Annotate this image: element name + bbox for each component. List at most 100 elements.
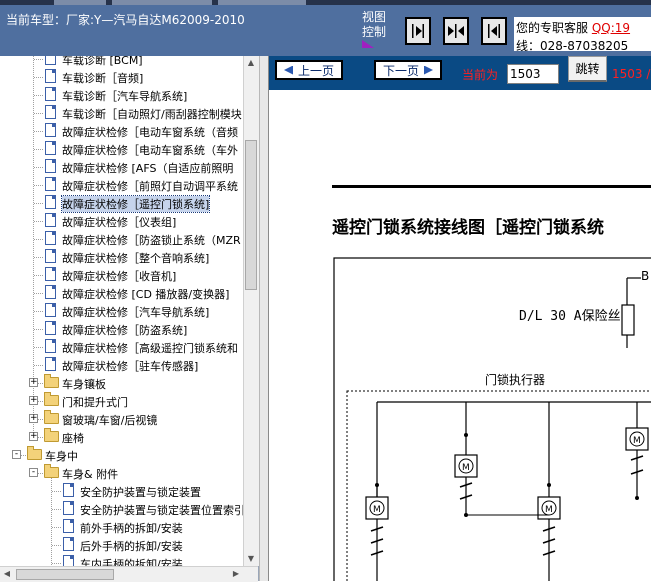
tree-folder-item[interactable]: + 窗玻璃/车窗/后视镜 — [0, 410, 258, 428]
tree-doc-item[interactable]: 车载诊断 [BCM] — [0, 56, 258, 68]
tree-guide-line — [34, 275, 43, 276]
navigation-tree[interactable]: 车载诊断 [BCM] 车载诊断［音频] 车载诊断［汽车导航系统] 车载诊断［自动照灯/… — [0, 56, 259, 581]
tree-doc-item[interactable]: 故障症状检修［仪表组] — [0, 212, 258, 230]
jump-button[interactable]: 跳转 — [568, 56, 607, 82]
tree-folder-item[interactable]: + 门和提升式门 — [0, 392, 258, 410]
document-view: 遥控门锁系统接线图［遥控门锁系统 D/L 30 A保险丝 B 门锁执行器 M M… — [269, 90, 651, 581]
tree-guide-line — [34, 167, 43, 168]
folder-icon — [27, 446, 42, 460]
fuse-label: D/L 30 A保险丝 — [519, 309, 621, 324]
scroll-left-arrow-icon[interactable]: ◀ — [0, 567, 14, 581]
document-icon — [45, 195, 56, 209]
document-icon — [63, 483, 74, 497]
tree-folder-item[interactable]: - 车身& 附件 — [0, 464, 258, 482]
tree-guide-line — [34, 239, 43, 240]
actuator-group-box — [346, 390, 651, 581]
tree-doc-item[interactable]: 故障症状检修［整个音响系统] — [0, 248, 258, 266]
document-icon — [45, 285, 56, 299]
header-top-strip — [0, 0, 651, 5]
top-tab[interactable] — [218, 0, 306, 5]
tree-doc-item[interactable]: 故障症状检修［高级遥控门锁系统和 — [0, 338, 258, 356]
tree-item-label: 安全防护装置与锁定装置位置索引 — [80, 504, 245, 517]
motor-label: M — [462, 463, 470, 473]
tree-guide-line — [34, 113, 43, 114]
collapse-icon[interactable]: - — [12, 450, 21, 459]
tree-item-label: 门和提升式门 — [62, 396, 128, 409]
tree-doc-item[interactable]: 安全防护装置与锁定装置 — [0, 482, 258, 500]
scroll-right-arrow-icon[interactable]: ▶ — [229, 567, 243, 581]
tree-item-label: 故障症状检修［汽车导航系统] — [62, 306, 210, 319]
tree-item-label: 故障症状检修［驻车传感器] — [62, 360, 199, 373]
tree-guide-line — [34, 311, 43, 312]
document-icon — [45, 267, 56, 281]
tree-guide-line — [34, 347, 43, 348]
tree-doc-item[interactable]: 故障症状检修［电动车窗系统（车外 — [0, 140, 258, 158]
view-dock-right-button[interactable] — [405, 17, 431, 45]
tree-doc-item[interactable]: 安全防护装置与锁定装置位置索引 — [0, 500, 258, 518]
tree-item-label: 窗玻璃/车窗/后视镜 — [62, 414, 158, 427]
tree-doc-item[interactable]: 故障症状检修［电动车窗系统（音频 — [0, 122, 258, 140]
folder-icon — [44, 428, 59, 442]
tree-folder-item[interactable]: - 车身中 — [0, 446, 258, 464]
tree-doc-item[interactable]: 故障症状检修［驻车传感器] — [0, 356, 258, 374]
arrow-to-bar-icon — [412, 24, 424, 38]
page-toolbar: 上一页 下一页 当前为 跳转 1503 / 1 — [269, 56, 651, 90]
expand-icon[interactable]: + — [29, 414, 38, 423]
scroll-down-arrow-icon[interactable]: ▼ — [244, 552, 258, 566]
tree-doc-item[interactable]: 故障症状检修 [AFS（自适应前照明 — [0, 158, 258, 176]
tree-doc-item[interactable]: 故障症状检修［遥控门锁系统] — [0, 194, 258, 213]
scroll-thumb[interactable] — [16, 569, 114, 580]
tree-doc-item[interactable]: 车载诊断［自动照灯/雨刮器控制模块 — [0, 104, 258, 122]
tree-folder-item[interactable]: + 座椅 — [0, 428, 258, 446]
tree-doc-item[interactable]: 故障症状检修［汽车导航系统] — [0, 302, 258, 320]
scroll-up-arrow-icon[interactable]: ▲ — [244, 56, 258, 70]
expand-icon[interactable]: + — [29, 396, 38, 405]
tree-doc-item[interactable]: 前外手柄的拆卸/安装 — [0, 518, 258, 536]
tree-guide-line — [52, 563, 61, 564]
tree-guide-line — [52, 509, 61, 510]
tree-doc-item[interactable]: 故障症状检修［防盗锁止系统（MZR — [0, 230, 258, 248]
tree-item-label: 故障症状检修 [AFS（自适应前照明 — [62, 162, 234, 175]
support-panel: 您的专职客服 QQ:19 线：028-87038205 — [514, 17, 651, 51]
tree-doc-item[interactable]: 故障症状检修［防盗系统] — [0, 320, 258, 338]
view-split-button[interactable] — [443, 17, 469, 45]
next-page-button[interactable]: 下一页 — [374, 60, 442, 80]
support-text: 您的专职客服 — [516, 21, 589, 35]
tree-folder-item[interactable]: + 车身镶板 — [0, 374, 258, 392]
expand-icon[interactable]: + — [29, 432, 38, 441]
collapse-icon[interactable]: - — [29, 468, 38, 477]
tree-item-label: 故障症状检修［防盗锁止系统（MZR — [62, 234, 241, 247]
pane-splitter[interactable] — [259, 56, 269, 581]
tree-doc-item[interactable]: 故障症状检修［收音机] — [0, 266, 258, 284]
page-number-input[interactable] — [507, 64, 559, 84]
tree-item-label: 座椅 — [62, 432, 84, 445]
tree-horizontal-scrollbar[interactable]: ◀ ▶ — [0, 566, 258, 582]
motor-label: M — [633, 436, 641, 446]
tree-guide-line — [34, 149, 43, 150]
top-tab[interactable] — [112, 0, 212, 5]
tree-doc-item[interactable]: 故障症状检修 [CD 播放器/变换器] — [0, 284, 258, 302]
tree-doc-item[interactable]: 故障症状检修［前照灯自动调平系统 — [0, 176, 258, 194]
motor-unit: M — [537, 483, 561, 581]
tree-item-label: 故障症状检修［仪表组] — [62, 216, 177, 229]
document-icon — [45, 357, 56, 371]
top-tab[interactable] — [54, 0, 106, 5]
view-dock-left-button[interactable] — [481, 17, 507, 45]
tree-item-label: 后外手柄的拆卸/安装 — [80, 540, 183, 553]
scroll-thumb[interactable] — [245, 140, 257, 290]
battery-label: B — [641, 269, 649, 283]
tree-item-label: 车载诊断 [BCM] — [62, 56, 143, 67]
tree-doc-item[interactable]: 车载诊断［音频] — [0, 68, 258, 86]
tree-item-label: 故障症状检修［遥控门锁系统] — [60, 195, 211, 213]
tree-vertical-scrollbar[interactable]: ▲ ▼ — [243, 56, 259, 566]
tree-doc-item[interactable]: 后外手柄的拆卸/安装 — [0, 536, 258, 554]
qq-link[interactable]: QQ:19 — [592, 21, 630, 35]
document-icon — [45, 87, 56, 101]
tree-item-label: 车身镶板 — [62, 378, 106, 391]
current-page-label: 当前为 — [462, 68, 499, 82]
expand-icon[interactable]: + — [29, 378, 38, 387]
tree-item-label: 车载诊断［音频] — [62, 72, 144, 85]
document-icon — [45, 105, 56, 119]
prev-page-button[interactable]: 上一页 — [275, 60, 343, 80]
tree-doc-item[interactable]: 车载诊断［汽车导航系统] — [0, 86, 258, 104]
